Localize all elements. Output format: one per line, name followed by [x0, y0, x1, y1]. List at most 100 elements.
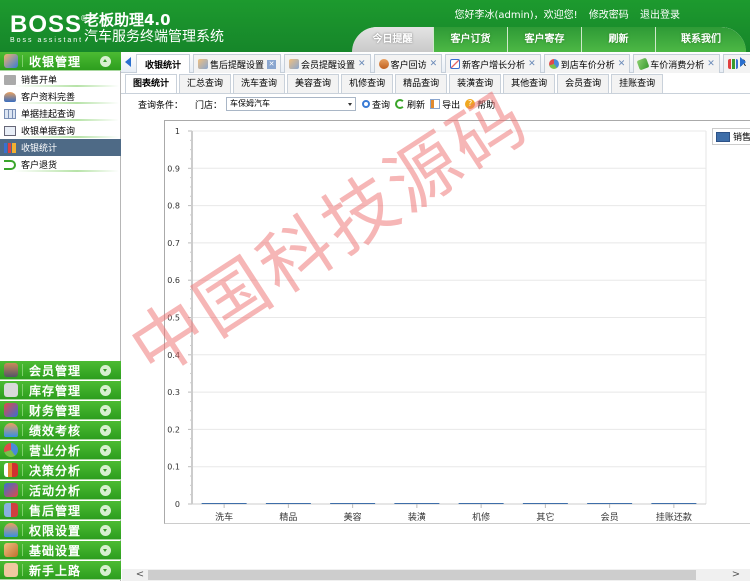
separator [22, 504, 23, 516]
nav-contact-us[interactable]: 联系我们 [656, 27, 746, 52]
sidebar-item-customer-profile[interactable]: 客户资料完善 [0, 88, 121, 105]
y-tick-label: 0.5 [167, 314, 180, 323]
sidebar-section-getting-started[interactable]: 新手上路 [0, 561, 121, 580]
subtab-other-query[interactable]: 其他查询 [503, 74, 556, 93]
close-icon[interactable]: ✕ [267, 59, 277, 69]
section-label: 售后管理 [29, 503, 82, 518]
chevron-down-icon [100, 484, 111, 496]
sidebar-item-sales-order[interactable]: 销售开单 [0, 71, 121, 88]
tabs-scroll-left-icon[interactable] [124, 55, 134, 69]
cashier-icon [4, 54, 18, 68]
sidebar-section-business-analysis[interactable]: 营业分析 [0, 441, 121, 460]
horizontal-scrollbar[interactable]: < > [122, 569, 750, 581]
tab-new-customer-growth[interactable]: 新客户增长分析 ✕ [445, 54, 541, 73]
store-select[interactable]: 车保姆汽车 [226, 97, 357, 111]
tab-member-reminder[interactable]: 会员提醒设置 ✕ [284, 54, 371, 73]
store-select-value: 车保姆汽车 [230, 99, 271, 108]
tab-car-price-analysis[interactable]: 到店车价分析 ✕ [543, 54, 631, 73]
sidebar-section-performance[interactable]: 绩效考核 [0, 421, 121, 440]
tabs-scroll-right-icon[interactable] [738, 55, 748, 69]
separator [22, 464, 23, 476]
sidebar-item-label: 收银统计 [21, 144, 58, 154]
x-tick-label: 洗车 [215, 511, 233, 523]
sidebar-section-activity[interactable]: 活动分析 [0, 481, 121, 500]
sidebar-section-cashier[interactable]: 收银管理 [0, 52, 121, 71]
close-icon[interactable]: ✕ [430, 59, 438, 69]
subtab-boutique-query[interactable]: 精品查询 [395, 74, 448, 93]
store-label: 门店： [195, 100, 223, 111]
subtab-decoration-query[interactable]: 装潢查询 [449, 74, 502, 93]
x-tick-label: 挂账还款 [656, 511, 692, 523]
subtab-beauty-query[interactable]: 美容查询 [287, 74, 340, 93]
tab-customer-visit[interactable]: 客户回访 ✕ [373, 54, 443, 73]
bar [587, 503, 633, 504]
sidebar-section-after-sales[interactable]: 售后管理 [0, 501, 121, 520]
export-button[interactable]: 导出 [430, 98, 460, 111]
sales-bar-chart: 0 0.1 0.2 0.3 0.4 0.5 0.6 0.7 0.8 0.9 1 洗车 精品 美容 装潢 机修 其… [167, 127, 707, 523]
nav-customer-deposit[interactable]: 客户寄存 [508, 27, 582, 52]
sidebar-section-permission[interactable]: 权限设置 [0, 521, 121, 540]
subtab-member-query[interactable]: 会员查询 [557, 74, 610, 93]
subtab-credit-query[interactable]: 挂账查询 [611, 74, 664, 93]
chevron-down-icon [100, 464, 111, 476]
performance-icon [4, 423, 18, 437]
nav-today-reminder[interactable]: 今日提醒 [352, 27, 434, 52]
logout-link[interactable]: 退出登录 [640, 10, 680, 21]
refresh-icon [395, 99, 406, 109]
boss-logo: BOSS ® Boss assistant [10, 11, 88, 45]
tab-after-sales-reminder[interactable]: 售后提醒设置 ✕ [193, 54, 282, 73]
legend-swatch [716, 131, 730, 142]
close-icon[interactable]: ✕ [528, 59, 536, 69]
sidebar-item-cashier-stats[interactable]: 收银统计 [0, 139, 121, 156]
logo-text: BOSS [10, 11, 83, 38]
scroll-right-icon[interactable]: > [730, 570, 742, 580]
tab-cashier-stats[interactable]: 收银统计 [136, 54, 191, 73]
user-bar: 您好李冰(admin)，欢迎您! 修改密码 退出登录 [446, 6, 680, 21]
hand-icon [4, 563, 18, 577]
section-label: 库存管理 [29, 383, 82, 398]
sidebar-item-suspended-orders[interactable]: 单据挂起查询 [0, 105, 121, 122]
chevron-down-icon [100, 444, 111, 456]
close-icon[interactable]: ✕ [618, 59, 626, 69]
sidebar-section-inventory[interactable]: 库存管理 [0, 381, 121, 400]
change-password-link[interactable]: 修改密码 [589, 10, 629, 21]
subtab-chart-stats[interactable]: 图表统计 [125, 74, 178, 93]
subtab-summary-query[interactable]: 汇总查询 [179, 74, 232, 93]
product-subtitle: 汽车服务终端管理系统 [84, 29, 224, 45]
sidebar-section-basic-settings[interactable]: 基础设置 [0, 541, 121, 560]
subtab-repair-query[interactable]: 机修查询 [341, 74, 394, 93]
scrollbar-thumb[interactable] [148, 570, 696, 580]
sidebar-section-finance[interactable]: 财务管理 [0, 401, 121, 420]
tab-label: 售后提醒设置 [210, 60, 265, 71]
nav-customer-order[interactable]: 客户订货 [434, 27, 508, 52]
sidebar-item-receipt-query[interactable]: 收银单据查询 [0, 122, 121, 139]
sidebar-section-decision[interactable]: 决策分析 [0, 461, 121, 480]
scroll-left-icon[interactable]: < [134, 570, 146, 580]
refresh-button[interactable]: 刷新 [395, 98, 425, 111]
decision-icon [4, 463, 18, 477]
sidebar-item-label: 客户退货 [21, 161, 58, 171]
tab-car-price-consumption[interactable]: 车价消费分析 ✕ [633, 54, 720, 73]
bar-chart-icon [727, 59, 738, 69]
sidebar-section-member[interactable]: 会员管理 [0, 361, 121, 380]
x-tick-label: 精品 [279, 511, 297, 523]
nav-refresh[interactable]: 刷新 [582, 27, 656, 52]
wrench-icon [4, 543, 18, 557]
logo-subtitle: Boss assistant [10, 37, 84, 44]
subtab-carwash-query[interactable]: 洗车查询 [233, 74, 286, 93]
close-icon[interactable]: ✕ [358, 59, 366, 69]
bar [265, 503, 311, 504]
bar [330, 503, 376, 504]
separator [22, 404, 23, 416]
y-tick-label: 0.2 [167, 425, 180, 434]
bar-chart-icon [4, 142, 16, 153]
finance-icon [4, 403, 18, 417]
chevron-down-icon [100, 504, 111, 516]
tab-label: 到店车价分析 [560, 60, 615, 71]
cashier-menu: 销售开单 客户资料完善 单据挂起查询 收银单据查询 收银统计 客户退货 [0, 71, 121, 173]
sidebar-item-customer-return[interactable]: 客户退货 [0, 156, 121, 173]
help-button[interactable]: ? 帮助 [465, 98, 495, 111]
search-button[interactable]: 查询 [362, 98, 390, 111]
export-icon [430, 99, 441, 109]
close-icon[interactable]: ✕ [707, 59, 715, 69]
